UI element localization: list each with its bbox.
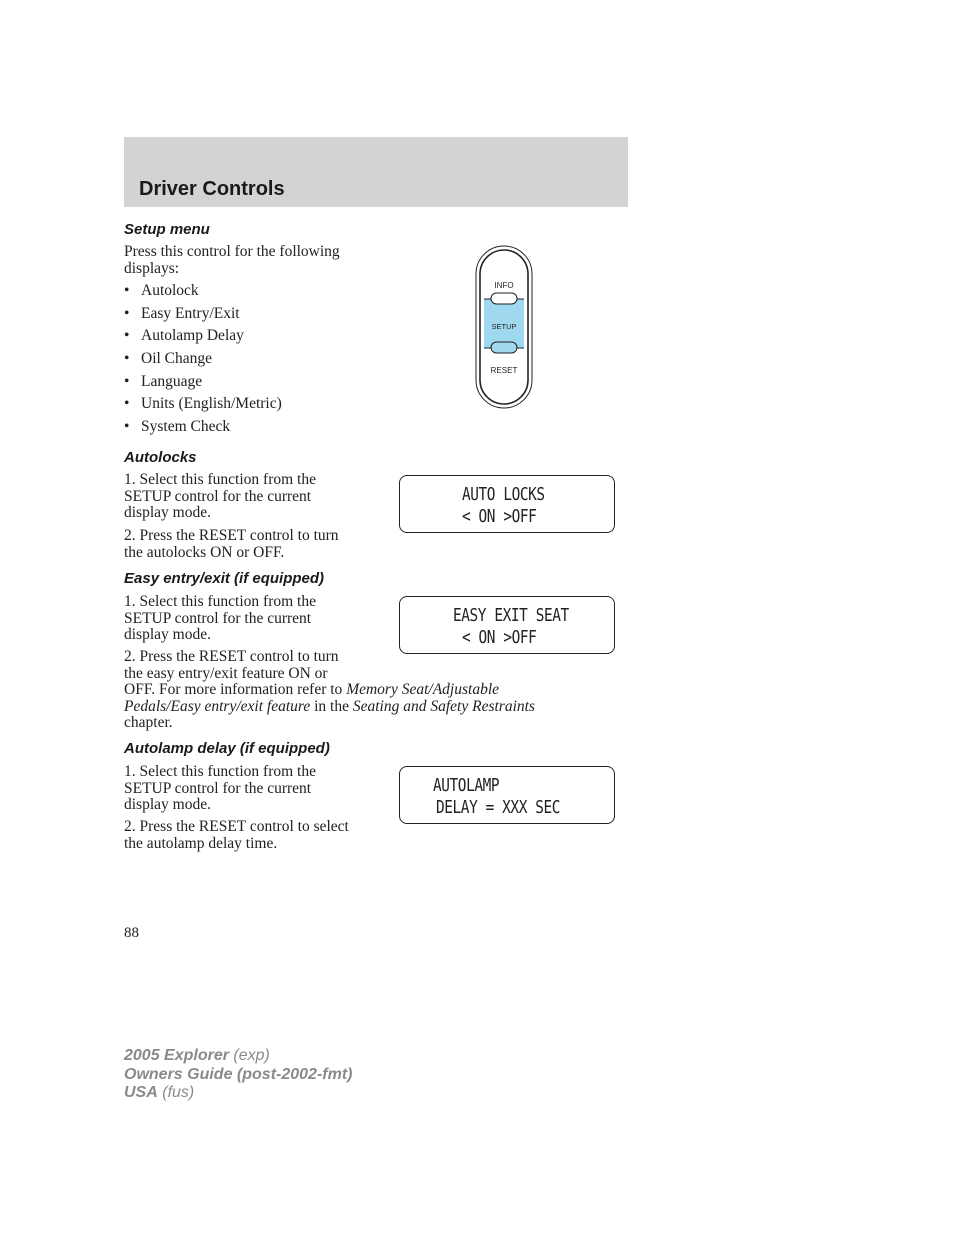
- list-item-label: Autolamp Delay: [141, 327, 244, 345]
- bullet-icon: •: [124, 304, 130, 322]
- list-item: • Easy Entry/Exit: [124, 305, 282, 328]
- button-divider-ridge: [490, 341, 518, 354]
- text-line: in the: [310, 697, 353, 715]
- display-line-2: < ON >OFF: [462, 506, 537, 527]
- bullet-icon: •: [124, 282, 130, 299]
- list-item: • Language: [124, 373, 282, 396]
- setup-menu-list: • Autolock • Easy Entry/Exit • Autolamp Del…: [124, 282, 282, 441]
- list-item: • System Check: [124, 418, 282, 441]
- button-divider-ridge: [490, 292, 518, 305]
- text-line: 2. Press the RESET control to select: [124, 818, 349, 835]
- text-line: OFF. For more information refer to: [124, 681, 347, 698]
- info-button-label: INFO: [494, 281, 513, 290]
- list-item-label: Easy Entry/Exit: [141, 304, 240, 322]
- autolamp-step1: 1. Select this function from the SETUP c…: [124, 763, 316, 814]
- autolamp-heading: Autolamp delay (if equipped): [124, 740, 330, 757]
- message-center-control-illustration: INFO SETUP RESET: [475, 245, 533, 409]
- footer-model: 2005 Explorer: [124, 1047, 229, 1064]
- bullet-icon: •: [124, 327, 130, 345]
- bullet-icon: •: [124, 418, 130, 436]
- footer-guide: Owners Guide (post-2002-fmt): [124, 1065, 353, 1083]
- bullet-icon: •: [124, 395, 130, 413]
- cross-reference: Pedals/Easy entry/exit feature: [124, 697, 311, 715]
- autolocks-display: AUTO LOCKS < ON >OFF: [399, 475, 615, 533]
- intro-line: displays:: [124, 259, 180, 277]
- list-item: • Autolamp Delay: [124, 327, 282, 350]
- bullet-icon: •: [124, 350, 130, 368]
- page-number: 88: [124, 925, 139, 941]
- text-line: 1. Select this function from the: [124, 593, 316, 610]
- text-line: the easy entry/exit feature ON or: [124, 664, 328, 682]
- autolocks-step1: 1. Select this function from the SETUP c…: [124, 471, 316, 522]
- display-line-1: AUTO LOCKS: [462, 484, 545, 505]
- setup-menu-heading: Setup menu: [124, 221, 210, 238]
- chapter-reference: Seating and Safety Restraints: [352, 697, 535, 715]
- list-item: • Units (English/Metric): [124, 395, 282, 418]
- text-line: SETUP control for the current: [124, 779, 312, 797]
- autolocks-step2: 2. Press the RESET control to turn the a…: [124, 527, 339, 561]
- text-line: display mode.: [124, 504, 211, 521]
- text-line: the autolamp delay time.: [124, 834, 278, 852]
- list-item: • Oil Change: [124, 350, 282, 373]
- text-line: 2. Press the RESET control to turn: [124, 527, 339, 544]
- section-header-band: Driver Controls: [124, 137, 628, 207]
- text-line: 2. Press the RESET control to turn: [124, 648, 339, 665]
- section-title: Driver Controls: [139, 178, 285, 200]
- easy-entry-heading: Easy entry/exit (if equipped): [124, 570, 325, 587]
- setup-menu-intro: Press this control for the following dis…: [124, 243, 340, 277]
- list-item-label: Autolock: [141, 282, 199, 299]
- document-footer: 2005 Explorer (exp) Owners Guide (post-2…: [124, 1047, 352, 1103]
- autolamp-display: AUTOLAMP DELAY = XXX SEC: [399, 766, 615, 824]
- list-item-label: System Check: [141, 418, 231, 436]
- text-line: display mode.: [124, 626, 211, 643]
- text-line: 1. Select this function from the: [124, 471, 316, 488]
- easy-entry-step1: 1. Select this function from the SETUP c…: [124, 593, 316, 644]
- text-line: chapter.: [124, 714, 173, 731]
- display-line-1: EASY EXIT SEAT: [453, 605, 569, 626]
- display-line-2: DELAY = XXX SEC: [436, 797, 561, 818]
- cross-reference: Memory Seat/Adjustable: [346, 681, 500, 698]
- text-line: display mode.: [124, 796, 211, 813]
- autolocks-heading: Autolocks: [124, 449, 197, 466]
- text-line: the autolocks ON or OFF.: [124, 543, 285, 561]
- text-line: SETUP control for the current: [124, 609, 312, 627]
- text-line: SETUP control for the current: [124, 487, 312, 505]
- autolamp-step2: 2. Press the RESET control to select the…: [124, 818, 349, 852]
- reset-button-label: RESET: [491, 366, 518, 375]
- text-line: 1. Select this function from the: [124, 763, 316, 780]
- footer-model-code: (exp): [233, 1047, 270, 1064]
- footer-market-code: (fus): [162, 1084, 195, 1101]
- list-item-label: Units (English/Metric): [141, 395, 282, 413]
- list-item-label: Oil Change: [141, 350, 213, 368]
- footer-market: USA: [124, 1084, 158, 1101]
- setup-button-label: SETUP: [491, 322, 516, 331]
- easy-entry-step2: 2. Press the RESET control to turn the e…: [124, 648, 614, 732]
- intro-line: Press this control for the following: [124, 243, 340, 260]
- display-line-1: AUTOLAMP: [433, 775, 500, 796]
- display-line-2: < ON >OFF: [462, 627, 537, 648]
- list-item-label: Language: [141, 372, 203, 390]
- bullet-icon: •: [124, 372, 130, 390]
- list-item: • Autolock: [124, 282, 282, 305]
- easy-exit-display: EASY EXIT SEAT < ON >OFF: [399, 596, 615, 654]
